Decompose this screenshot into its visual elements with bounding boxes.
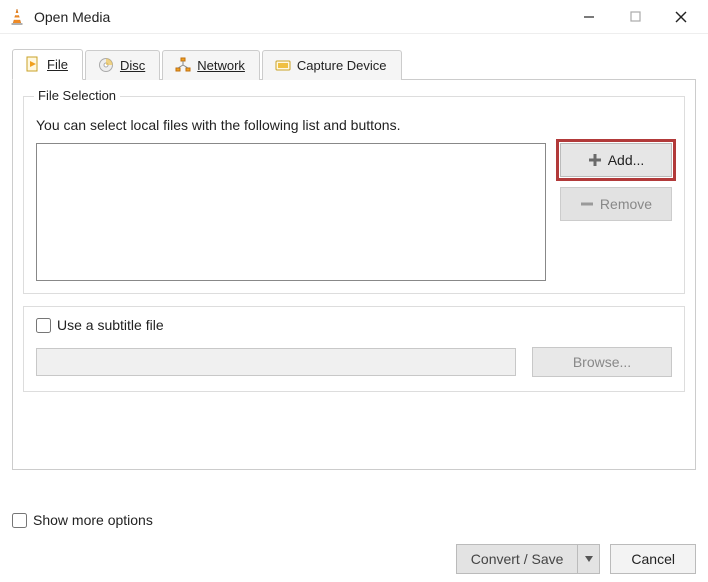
subtitle-path-input [36,348,516,376]
tab-network[interactable]: Network [162,50,260,80]
file-selection-group: File Selection You can select local file… [23,96,685,294]
content-area: File Disc Network Capture Device File Se… [0,34,708,478]
add-button-label: Add... [608,152,645,168]
remove-button-label: Remove [600,196,652,212]
close-button[interactable] [658,2,704,32]
subtitle-group: Use a subtitle file Browse... [23,306,685,392]
tab-file-label: File [47,57,68,72]
convert-save-button[interactable]: Convert / Save [456,544,579,574]
file-selection-help: You can select local files with the foll… [36,117,672,133]
disc-icon [98,57,114,73]
file-list-buttons: Add... Remove [560,143,672,281]
tab-file[interactable]: File [12,49,83,80]
tab-capture[interactable]: Capture Device [262,50,402,80]
tab-panel-file: File Selection You can select local file… [12,80,696,470]
convert-save-dropdown[interactable] [578,544,600,574]
cancel-button-label: Cancel [631,551,675,567]
minus-icon [580,197,594,211]
plus-icon [588,153,602,167]
convert-save-label: Convert / Save [471,551,564,567]
subtitle-checkbox[interactable] [36,318,51,333]
tab-disc-label: Disc [120,58,145,73]
network-icon [175,57,191,73]
show-more-options-row[interactable]: Show more options [12,512,696,528]
cancel-button[interactable]: Cancel [610,544,696,574]
show-more-options-label: Show more options [33,512,153,528]
maximize-icon [630,11,641,22]
subtitle-checkbox-label: Use a subtitle file [57,317,164,333]
titlebar: Open Media [0,0,708,34]
file-icon [25,56,41,72]
file-list[interactable] [36,143,546,281]
browse-button: Browse... [532,347,672,377]
tab-capture-label: Capture Device [297,58,387,73]
minimize-icon [583,11,595,23]
tab-disc[interactable]: Disc [85,50,160,80]
subtitle-checkbox-row[interactable]: Use a subtitle file [36,317,672,333]
file-selection-legend: File Selection [34,88,120,103]
close-icon [675,11,687,23]
convert-save-splitbutton: Convert / Save [456,544,601,574]
window-title: Open Media [34,9,110,25]
capture-icon [275,57,291,73]
maximize-button[interactable] [612,2,658,32]
add-button[interactable]: Add... [560,143,672,177]
bottom-bar: Show more options Convert / Save Cancel [12,512,696,574]
tabstrip: File Disc Network Capture Device [12,48,696,80]
remove-button[interactable]: Remove [560,187,672,221]
browse-button-label: Browse... [573,354,631,370]
tab-network-label: Network [197,58,245,73]
minimize-button[interactable] [566,2,612,32]
show-more-options-checkbox[interactable] [12,513,27,528]
vlc-cone-icon [8,8,26,26]
chevron-down-icon [585,556,593,562]
